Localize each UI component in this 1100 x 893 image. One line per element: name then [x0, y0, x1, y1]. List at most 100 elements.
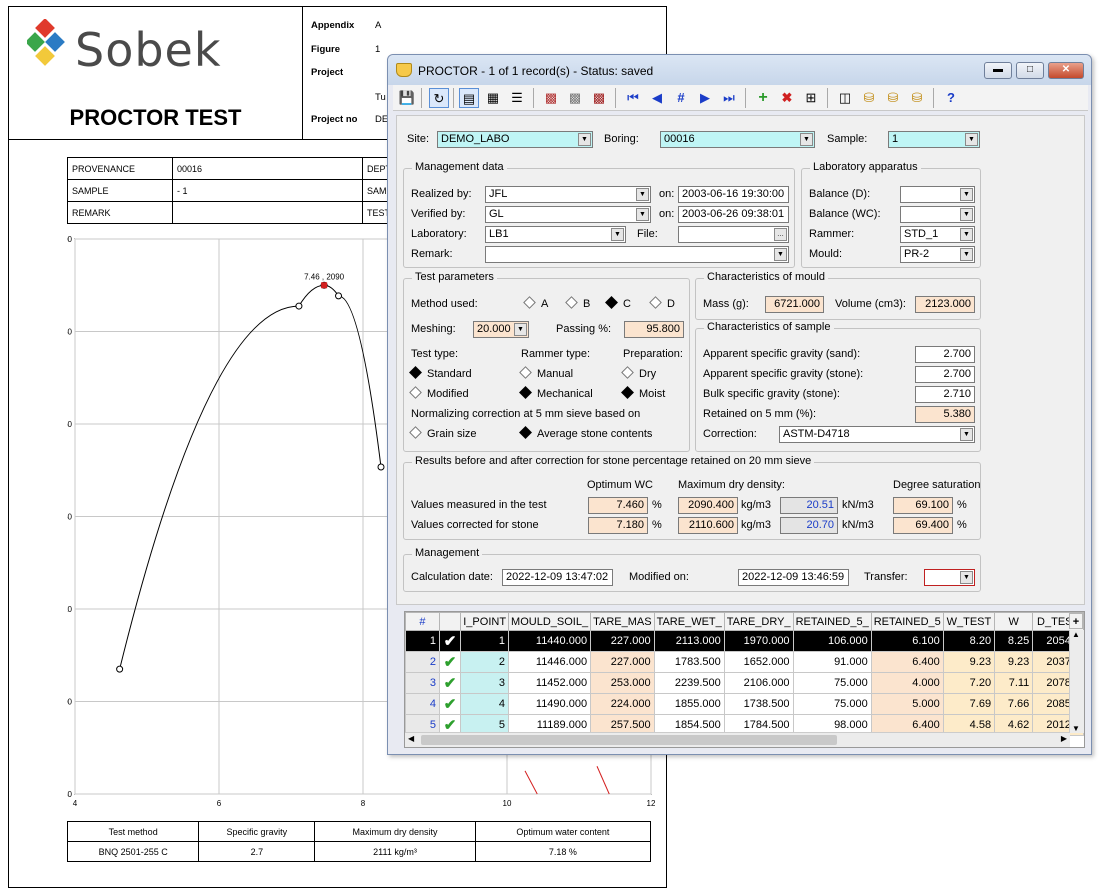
row-number[interactable]: 2	[405, 651, 440, 673]
grid-cell[interactable]: 11446.000	[508, 651, 592, 673]
bulk-gravity-field[interactable]: 2.710	[915, 386, 975, 403]
grid-cell[interactable]: 4.000	[870, 672, 944, 694]
grid-cell[interactable]: 7.66	[994, 693, 1034, 715]
chevron-down-icon[interactable]: ▼	[774, 248, 787, 261]
method-d-radio[interactable]: D	[649, 296, 675, 310]
copy-all-icon[interactable]: ▩	[565, 88, 585, 108]
grid-cell[interactable]: 253.000	[590, 672, 655, 694]
maximize-button[interactable]: □	[1016, 62, 1044, 79]
grid-cell[interactable]: 91.000	[792, 651, 872, 673]
method-c-radio[interactable]: C	[605, 296, 631, 310]
standard-radio[interactable]: Standard	[409, 366, 472, 380]
row-number[interactable]: 4	[405, 693, 440, 715]
add-record-icon[interactable]: +	[753, 88, 773, 108]
corrected-density-field[interactable]: 2110.600	[678, 517, 738, 534]
grid-col-header[interactable]: RETAINED_5	[870, 612, 944, 631]
chevron-down-icon[interactable]: ▼	[960, 228, 973, 241]
mould-select[interactable]: PR-2 ▼	[900, 246, 975, 263]
save-icon[interactable]: 💾	[397, 88, 417, 108]
last-record-icon[interactable]: ⏭	[719, 88, 739, 108]
grid-col-header[interactable]: RETAINED_5_	[792, 612, 872, 631]
balance-wc-select[interactable]: ▼	[900, 206, 975, 223]
measured-wc-field[interactable]: 7.460	[588, 497, 648, 514]
moist-radio[interactable]: Moist	[621, 386, 665, 400]
check-icon[interactable]: ✔	[438, 651, 462, 673]
i-point-cell[interactable]: 1	[460, 630, 510, 652]
goto-record-icon[interactable]: #	[671, 88, 691, 108]
grid-cell[interactable]: 1970.000	[723, 630, 794, 652]
export-icon[interactable]: ⛁	[883, 88, 903, 108]
chevron-down-icon[interactable]: ▼	[514, 323, 527, 336]
rammer-select[interactable]: STD_1 ▼	[900, 226, 975, 243]
scroll-left-icon[interactable]: ◀	[408, 734, 414, 743]
grid-cell[interactable]: 11452.000	[508, 672, 592, 694]
grid-col-header[interactable]: TARE_MAS	[590, 612, 655, 631]
grid-cell[interactable]: 224.000	[590, 693, 655, 715]
minimize-button[interactable]: ▬	[984, 62, 1012, 79]
grid-cell[interactable]: 1738.500	[723, 693, 794, 715]
chevron-down-icon[interactable]: ▼	[636, 188, 649, 201]
passing-field[interactable]: 95.800	[624, 321, 684, 338]
close-button[interactable]: ✕	[1048, 62, 1084, 79]
grid-cell[interactable]: 1652.000	[723, 651, 794, 673]
add-column-icon[interactable]: +	[1069, 613, 1083, 629]
grid-cell[interactable]: 8.25	[994, 630, 1034, 652]
grid-cell[interactable]: 8.20	[942, 630, 996, 652]
grid-cell[interactable]: 7.69	[942, 693, 996, 715]
chevron-down-icon[interactable]: ▼	[960, 188, 973, 201]
grid-horizontal-scrollbar[interactable]: ◀ ▶	[405, 732, 1070, 747]
grid-col-header[interactable]: W_TEST	[942, 612, 996, 631]
remark-select[interactable]: ▼	[485, 246, 789, 263]
scroll-thumb[interactable]	[421, 735, 837, 745]
grid-col-header[interactable]: TARE_DRY_	[723, 612, 794, 631]
retained-field[interactable]: 5.380	[915, 406, 975, 423]
delete-record-icon[interactable]: ✖	[777, 88, 797, 108]
asg-sand-field[interactable]: 2.700	[915, 346, 975, 363]
filter-icon[interactable]: ⊞	[801, 88, 821, 108]
measured-density-field[interactable]: 2090.400	[678, 497, 738, 514]
file-field[interactable]: …	[678, 226, 789, 243]
sample-select[interactable]: 1 ▼	[888, 131, 980, 148]
grid-cell[interactable]: 7.11	[994, 672, 1034, 694]
calc-date-field[interactable]: 2022-12-09 13:47:02	[502, 569, 613, 586]
scroll-up-icon[interactable]: ▲	[1072, 630, 1080, 639]
grid-cell[interactable]: 1783.500	[653, 651, 725, 673]
grid-cell[interactable]: 6.400	[870, 651, 944, 673]
grid-cell[interactable]: 75.000	[792, 693, 872, 715]
site-select[interactable]: DEMO_LABO ▼	[437, 131, 593, 148]
chevron-down-icon[interactable]: ▼	[960, 571, 973, 584]
grid-vertical-scrollbar[interactable]: ▲ ▼	[1069, 630, 1084, 733]
grid-cell[interactable]: 6.100	[870, 630, 944, 652]
average-stone-radio[interactable]: Average stone contents	[519, 426, 652, 440]
volume-field[interactable]: 2123.000	[915, 296, 975, 313]
boring-select[interactable]: 00016 ▼	[660, 131, 815, 148]
realized-by-select[interactable]: JFL ▼	[485, 186, 651, 203]
chevron-down-icon[interactable]: ▼	[636, 208, 649, 221]
report-icon[interactable]: ◫	[835, 88, 855, 108]
modified-radio[interactable]: Modified	[409, 386, 469, 400]
grid-col-header[interactable]: TARE_WET_	[653, 612, 725, 631]
first-record-icon[interactable]: ⏮	[623, 88, 643, 108]
check-icon[interactable]: ✔	[438, 693, 462, 715]
laboratory-select[interactable]: LB1 ▼	[485, 226, 626, 243]
chevron-down-icon[interactable]: ▼	[965, 133, 978, 146]
transfer-select[interactable]: ▼	[924, 569, 975, 586]
form-view-icon[interactable]: ▤	[459, 88, 479, 108]
i-point-cell[interactable]: 3	[460, 672, 510, 694]
grid-cell[interactable]: 1855.000	[653, 693, 725, 715]
grid-cell[interactable]: 2113.000	[653, 630, 725, 652]
row-number[interactable]: 3	[405, 672, 440, 694]
chevron-down-icon[interactable]: ▼	[611, 228, 624, 241]
grid-cell[interactable]: 9.23	[994, 651, 1034, 673]
database-icon[interactable]: ⛁	[907, 88, 927, 108]
grid-cell[interactable]: 227.000	[590, 651, 655, 673]
next-record-icon[interactable]: ▶	[695, 88, 715, 108]
corrected-wc-field[interactable]: 7.180	[588, 517, 648, 534]
manual-radio[interactable]: Manual	[519, 366, 573, 380]
grid-col-header[interactable]: I_POINT	[460, 612, 510, 631]
grid-cell[interactable]: 227.000	[590, 630, 655, 652]
meshing-select[interactable]: 20.000 ▼	[473, 321, 529, 338]
grid-col-header[interactable]: MOULD_SOIL_	[508, 612, 592, 631]
grid-cell[interactable]: 2106.000	[723, 672, 794, 694]
measured-sat-field[interactable]: 69.100	[893, 497, 953, 514]
